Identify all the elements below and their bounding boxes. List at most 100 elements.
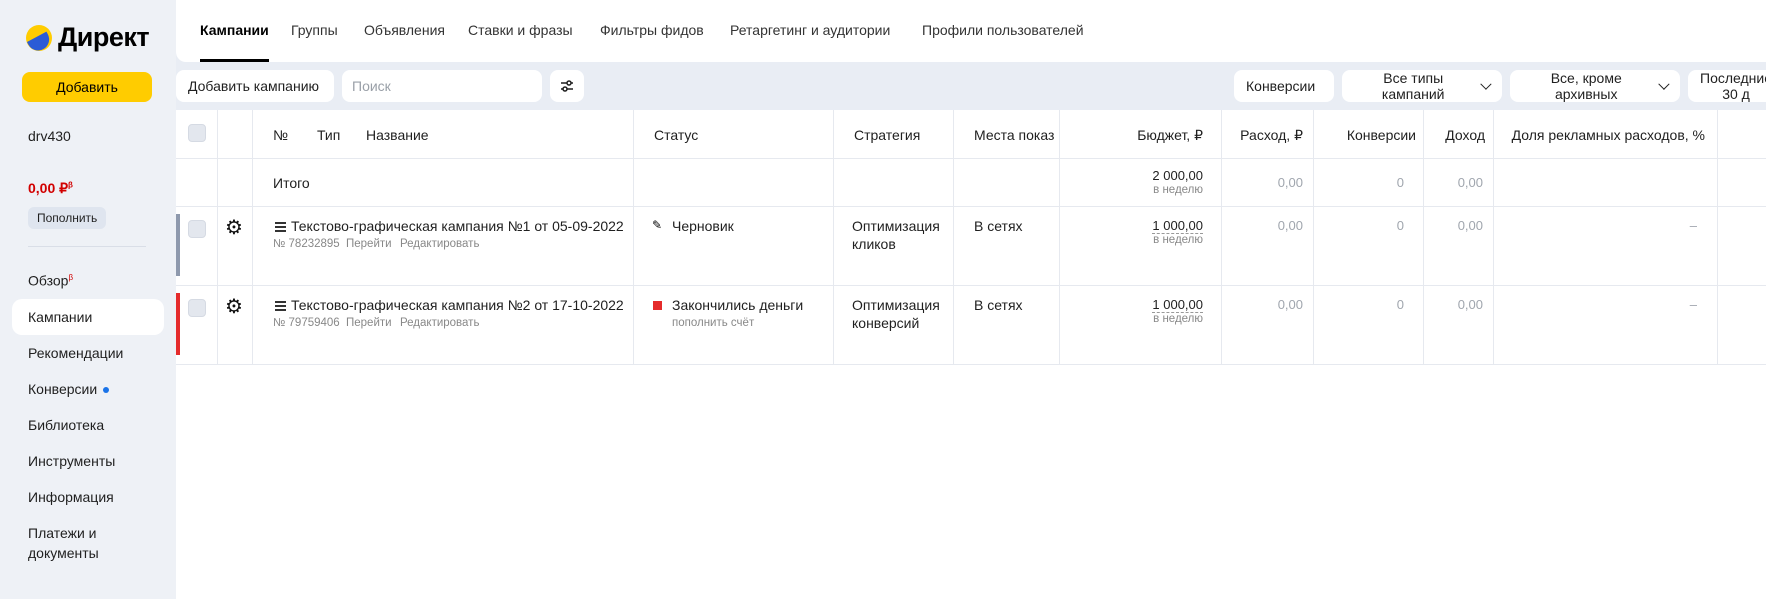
row-checkbox[interactable]: [188, 220, 206, 238]
campaign-edit-link[interactable]: Редактировать: [400, 317, 479, 329]
campaign-budget-sub: в неделю: [1153, 234, 1203, 246]
sidebar-item-campaigns[interactable]: Кампании: [12, 298, 164, 335]
campaign-strategy-line1: Оптимизация: [852, 218, 940, 234]
total-strategy-cell: [834, 158, 954, 206]
sidebar-item-label: Обзор: [28, 272, 69, 289]
header-status[interactable]: Статус: [654, 127, 698, 143]
tabs-bar: Кампании Группы Объявления Ставки и фраз…: [176, 0, 1766, 62]
gear-icon[interactable]: ⚙: [225, 297, 243, 317]
tab-user-profiles[interactable]: Профили пользователей: [922, 22, 1084, 62]
row-spend-cell: 0,00: [1222, 206, 1314, 285]
sidebar-item-label: Инструменты: [28, 452, 116, 469]
add-campaign-button[interactable]: Добавить кампанию: [176, 70, 334, 102]
sidebar-item-payments[interactable]: Платежи и документы: [12, 515, 134, 571]
add-button[interactable]: Добавить: [22, 72, 152, 102]
archive-filter-dropdown[interactable]: Все, кроме архивных: [1510, 70, 1680, 102]
conversions-button[interactable]: Конверсии: [1234, 70, 1334, 102]
tab-retargeting[interactable]: Ретаргетинг и аудитории: [730, 22, 890, 62]
search-input[interactable]: [342, 70, 542, 102]
campaign-conversions: 0: [1396, 297, 1404, 312]
tab-bids-phrases[interactable]: Ставки и фразы: [468, 22, 573, 62]
tab-ads[interactable]: Объявления: [364, 22, 445, 62]
row-name-cell: Текстово-графическая кампания №2 от 17-1…: [253, 285, 634, 364]
sidebar-item-overview[interactable]: Обзорβ: [12, 260, 164, 299]
campaign-edit-link[interactable]: Редактировать: [400, 238, 479, 250]
header-num[interactable]: №: [273, 127, 288, 143]
tab-campaigns[interactable]: Кампании: [200, 22, 269, 62]
sidebar-item-tools[interactable]: Инструменты: [12, 443, 164, 479]
gear-icon[interactable]: ⚙: [225, 218, 243, 238]
sidebar-item-library[interactable]: Библиотека: [12, 407, 164, 443]
campaign-budget[interactable]: 1 000,00: [1152, 218, 1203, 234]
header-gear-cell: [218, 110, 253, 158]
campaign-go-link[interactable]: Перейти: [346, 317, 392, 329]
campaign-budget[interactable]: 1 000,00: [1152, 297, 1203, 313]
balance-beta: β: [68, 180, 73, 190]
header-strategy-cell: Стратегия: [834, 110, 954, 158]
campaign-types-dropdown[interactable]: Все типы кампаний: [1342, 70, 1502, 102]
campaign-spend: 0,00: [1277, 297, 1303, 312]
campaign-name-link[interactable]: Текстово-графическая кампания №1 от 05-0…: [291, 218, 624, 234]
campaign-status: Закончились деньги: [672, 297, 804, 313]
select-all-checkbox[interactable]: [188, 124, 206, 142]
row-ad-cost-share-cell: –: [1494, 206, 1718, 285]
balance-value: 0,00 ₽: [28, 180, 69, 196]
row-conversions-cell: 0: [1314, 206, 1424, 285]
row-placements-cell: В сетях: [954, 285, 1060, 364]
campaign-strategy-line1: Оптимизация: [852, 297, 940, 313]
header-placements-cell: Места показ: [954, 110, 1060, 158]
campaign-spend: 0,00: [1277, 218, 1303, 233]
campaign-status-sub-link[interactable]: пополнить счёт: [672, 317, 754, 329]
campaign-types-label: Все типы кампаний: [1381, 70, 1445, 102]
text-image-campaign-icon: [275, 222, 286, 232]
period-dropdown[interactable]: Последние 30 д: [1688, 70, 1766, 102]
header-budget[interactable]: Бюджет, ₽: [1137, 127, 1203, 144]
table-row[interactable]: ⚙ Текстово-графическая кампания №2 от 17…: [176, 285, 1766, 365]
row-gear-cell: ⚙: [218, 285, 253, 364]
account-login[interactable]: drv430: [28, 128, 71, 144]
row-name-cell: Текстово-графическая кампания №1 от 05-0…: [253, 206, 634, 285]
total-revenue-cell: 0,00: [1424, 158, 1494, 206]
sidebar-item-conversions[interactable]: Конверсии: [12, 371, 164, 407]
header-conversions-cell: Конверсии: [1314, 110, 1424, 158]
header-strategy[interactable]: Стратегия: [854, 127, 920, 143]
row-checkbox-cell: [176, 206, 218, 285]
table-row[interactable]: ⚙ Текстово-графическая кампания №1 от 05…: [176, 206, 1766, 286]
logo[interactable]: Директ: [26, 22, 150, 53]
total-budget-cell: 2 000,00 в неделю: [1060, 158, 1222, 206]
campaign-placements: В сетях: [974, 218, 1023, 234]
campaign-name-link[interactable]: Текстово-графическая кампания №2 от 17-1…: [291, 297, 624, 313]
tab-groups[interactable]: Группы: [291, 22, 338, 62]
header-name[interactable]: Название: [366, 127, 429, 143]
campaign-strategy-line2: кликов: [852, 236, 896, 252]
header-type[interactable]: Тип: [317, 127, 340, 143]
header-revenue-cell: Доход: [1424, 110, 1494, 158]
period-label: Последние 30 д: [1700, 70, 1766, 102]
header-placements[interactable]: Места показ: [974, 127, 1054, 143]
header-revenue[interactable]: Доход: [1445, 127, 1485, 143]
toolbar: Добавить кампанию Конверсии Все типы кам…: [176, 70, 1766, 104]
sidebar-item-recommendations[interactable]: Рекомендации: [12, 335, 164, 371]
topup-button[interactable]: Пополнить: [28, 207, 107, 229]
header-spend[interactable]: Расход, ₽: [1240, 127, 1303, 144]
sidebar-item-label: Библиотека: [28, 416, 105, 433]
campaign-go-link[interactable]: Перейти: [346, 238, 392, 250]
sidebar-item-information[interactable]: Информация: [12, 479, 164, 515]
filter-settings-button[interactable]: [550, 70, 584, 102]
sidebar-item-label: Рекомендации: [28, 344, 124, 361]
campaign-ad-cost-share: –: [1689, 218, 1697, 233]
row-budget-cell: 1 000,00 в неделю: [1060, 206, 1222, 285]
header-checkbox-cell: [176, 110, 218, 158]
header-ad-cost-share[interactable]: Доля рекламных расходов, %: [1512, 127, 1705, 143]
campaign-status: Черновик: [672, 218, 734, 234]
header-spend-cell: Расход, ₽: [1222, 110, 1314, 158]
header-status-cell: Статус: [634, 110, 834, 158]
total-budget-sub: в неделю: [1153, 184, 1203, 196]
campaign-revenue: 0,00: [1457, 297, 1483, 312]
notification-dot-icon: [103, 386, 110, 393]
archive-filter-label: Все, кроме архивных: [1550, 70, 1622, 102]
row-ad-cost-share-cell: –: [1494, 285, 1718, 364]
header-conversions[interactable]: Конверсии: [1347, 127, 1416, 143]
row-checkbox[interactable]: [188, 299, 206, 317]
tab-feed-filters[interactable]: Фильтры фидов: [600, 22, 704, 62]
